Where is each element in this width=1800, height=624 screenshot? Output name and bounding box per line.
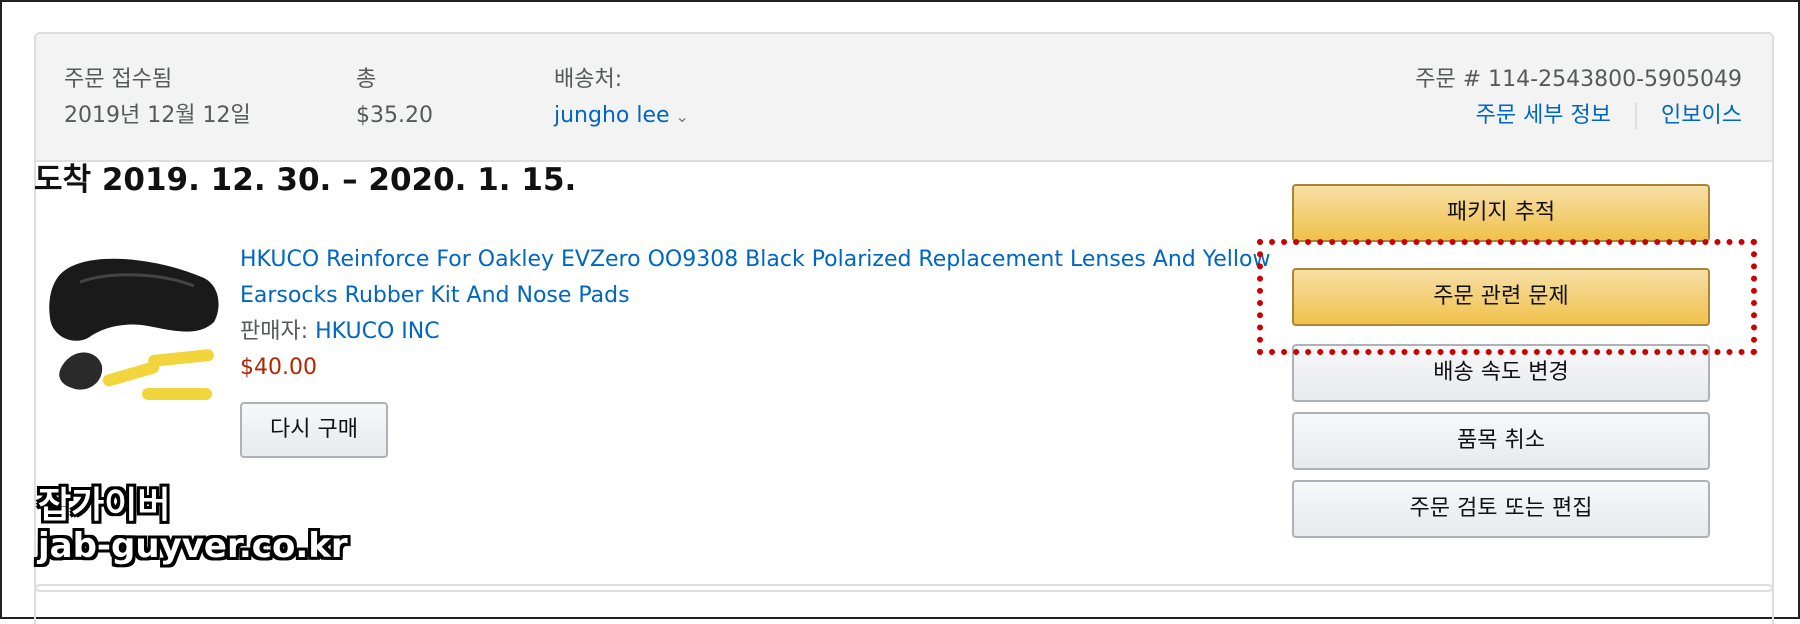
order-placed-date: 2019년 12월 12일 bbox=[64, 103, 251, 128]
ship-to-name: jungho lee bbox=[554, 103, 670, 128]
seller-line: 판매자: HKUCO INC bbox=[240, 314, 440, 350]
seller-link[interactable]: HKUCO INC bbox=[315, 319, 439, 344]
ship-to-dropdown[interactable]: jungho lee ⌄ bbox=[554, 98, 689, 135]
order-number: 주문 # 114-2543800-5905049 bbox=[1415, 67, 1742, 92]
product-title-link[interactable]: HKUCO Reinforce For Oakley EVZero OO9308… bbox=[240, 242, 1280, 314]
track-package-button[interactable]: 패키지 추적 bbox=[1292, 184, 1710, 242]
order-placed: 주문 접수됨 2019년 12월 12일 bbox=[64, 62, 251, 134]
chevron-down-icon: ⌄ bbox=[675, 107, 689, 126]
order-header: 주문 접수됨 2019년 12월 12일 총 $35.20 배송처: jungh… bbox=[36, 34, 1772, 162]
order-total: 총 $35.20 bbox=[356, 62, 433, 134]
divider bbox=[1635, 103, 1638, 129]
ship-to-label: 배송처: bbox=[554, 67, 623, 92]
total-label: 총 bbox=[356, 67, 377, 92]
watermark-url: jab-guyver.co.kr bbox=[38, 526, 348, 566]
arrival-date: 도착 2019. 12. 30. – 2020. 1. 15. bbox=[34, 162, 577, 198]
cancel-items-button[interactable]: 품목 취소 bbox=[1292, 412, 1710, 470]
watermark-title: 잡가이버 bbox=[38, 485, 171, 526]
order-details-link[interactable]: 주문 세부 정보 bbox=[1476, 103, 1611, 128]
order-placed-label: 주문 접수됨 bbox=[64, 67, 173, 92]
watermark: 잡가이버 jab-guyver.co.kr bbox=[38, 485, 348, 567]
invoice-link[interactable]: 인보이스 bbox=[1661, 103, 1742, 128]
buy-again-button[interactable]: 다시 구매 bbox=[240, 402, 388, 458]
total-value: $35.20 bbox=[356, 103, 433, 128]
highlight-box bbox=[1257, 239, 1757, 355]
item-price: $40.00 bbox=[240, 355, 317, 380]
next-order-card bbox=[34, 584, 1774, 624]
product-image[interactable] bbox=[44, 242, 224, 422]
order-info: 주문 # 114-2543800-5905049 주문 세부 정보 인보이스 bbox=[1415, 62, 1742, 134]
review-edit-order-button[interactable]: 주문 검토 또는 편집 bbox=[1292, 480, 1710, 538]
ship-to: 배송처: jungho lee ⌄ bbox=[554, 62, 689, 135]
seller-label: 판매자: bbox=[240, 319, 316, 344]
